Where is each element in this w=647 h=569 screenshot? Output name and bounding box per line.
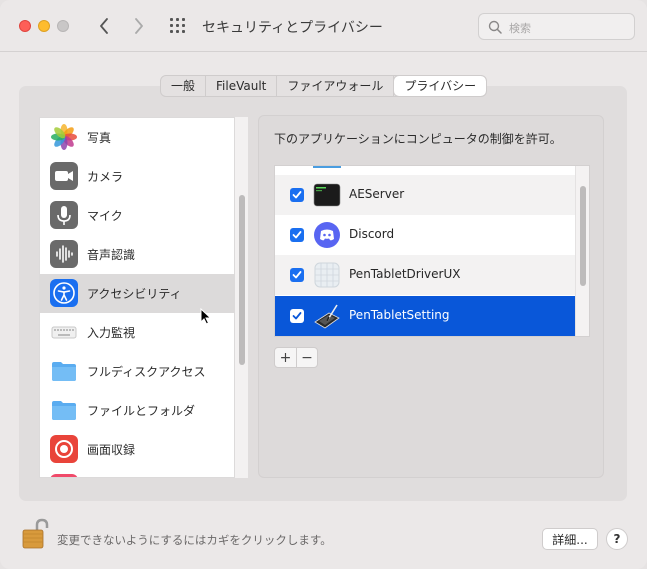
sidebar-item-label: 画面収録 <box>87 443 136 457</box>
app-row-aeserver[interactable]: AEServer <box>275 175 576 215</box>
add-app-button[interactable]: + <box>275 348 296 367</box>
checkbox-checked[interactable] <box>290 188 304 202</box>
discord-icon <box>313 221 341 249</box>
app-name: Discord <box>349 227 395 241</box>
checkmark-icon <box>292 312 302 320</box>
app-name: PenTabletDriverUX <box>349 267 461 281</box>
sidebar-item-label: 写真 <box>87 131 112 145</box>
sidebar-item-files-and-folders[interactable]: ファイルとフォルダ <box>40 391 234 430</box>
sidebar-item-microphone[interactable]: マイク <box>40 196 234 235</box>
search-icon <box>488 20 502 34</box>
app-list-scrollbar[interactable] <box>575 166 589 336</box>
privacy-category-list[interactable]: 写真 カメラ マイク 音声認識 アクセシビリティ 入力監視 フルディスクアクセス… <box>39 117 235 478</box>
sidebar-item-label: アクセシビリティ <box>87 287 182 301</box>
checkbox-checked[interactable] <box>290 309 304 323</box>
sidebar-item-screen-recording[interactable]: 画面収録 <box>40 430 234 469</box>
sidebar-item-full-disk-access[interactable]: フルディスクアクセス <box>40 352 234 391</box>
remove-app-button[interactable]: − <box>295 348 317 367</box>
add-remove-control: + − <box>274 347 318 368</box>
tab-bar: 一般 FileVault ファイアウォール プライバシー <box>160 75 488 97</box>
app-list-scroll-thumb[interactable] <box>580 186 586 286</box>
folder-icon <box>50 357 78 385</box>
search-field[interactable]: 検索 <box>478 13 635 40</box>
app-name: PenTabletSetting <box>349 308 450 322</box>
lock-button[interactable] <box>19 518 51 552</box>
sidebar-item-label: マイク <box>87 209 123 223</box>
sidebar-item-photos[interactable]: 写真 <box>40 118 234 157</box>
keyboard-icon <box>50 318 78 346</box>
window-title: セキュリティとプライバシー <box>202 20 383 36</box>
folder-icon <box>50 396 78 424</box>
mouse-cursor-icon <box>200 307 212 328</box>
chevron-right-icon <box>135 18 143 34</box>
tab-filevault[interactable]: FileVault <box>206 76 278 96</box>
forward-button[interactable] <box>128 14 150 38</box>
window: セキュリティとプライバシー 検索 一般 FileVault ファイアウォール プ… <box>0 0 647 569</box>
speech-recognition-icon <box>50 240 78 268</box>
minimize-button[interactable] <box>38 20 50 32</box>
checkmark-icon <box>292 191 302 199</box>
close-button[interactable] <box>19 20 31 32</box>
unlocked-padlock-icon <box>22 518 49 549</box>
title-bar: セキュリティとプライバシー 検索 <box>0 0 647 52</box>
terminal-icon <box>313 181 341 209</box>
show-all-grid-icon[interactable] <box>168 16 190 36</box>
sidebar-item-label: フルディスクアクセス <box>87 365 206 379</box>
sidebar-item-label: カメラ <box>87 170 124 184</box>
checkbox-checked[interactable] <box>290 268 304 282</box>
app-list[interactable]: AEServer Discord PenTabletDriverUX PenTa… <box>274 165 590 337</box>
sidebar-item-next-partial <box>40 469 234 477</box>
sidebar-item-label: ファイルとフォルダ <box>87 404 196 418</box>
pen-tablet-icon <box>313 302 341 330</box>
app-row-discord[interactable]: Discord <box>275 215 576 255</box>
back-button[interactable] <box>93 14 115 38</box>
tab-privacy[interactable]: プライバシー <box>394 76 487 96</box>
partial-app-icon <box>50 474 78 477</box>
tab-firewall[interactable]: ファイアウォール <box>277 76 395 96</box>
partial-app-icon <box>313 166 341 168</box>
sidebar-item-speech-recognition[interactable]: 音声認識 <box>40 235 234 274</box>
tab-general[interactable]: 一般 <box>161 76 207 96</box>
help-button[interactable]: ? <box>606 528 628 550</box>
generic-app-icon <box>313 261 341 289</box>
permission-description: 下のアプリケーションにコンピュータの制御を許可。 <box>274 132 562 146</box>
search-placeholder: 検索 <box>509 22 531 35</box>
screen-recording-icon <box>50 435 78 463</box>
sidebar-item-label: 音声認識 <box>87 248 136 262</box>
lock-hint-text: 変更できないようにするにはカギをクリックします。 <box>57 533 332 547</box>
app-row-pentabletdriverux[interactable]: PenTabletDriverUX <box>275 255 576 295</box>
app-name: AEServer <box>349 187 405 201</box>
zoom-button[interactable] <box>57 20 69 32</box>
microphone-icon <box>50 201 78 229</box>
sidebar-item-camera[interactable]: カメラ <box>40 157 234 196</box>
chevron-left-icon <box>100 18 108 34</box>
app-row-pentabletsetting[interactable]: PenTabletSetting <box>275 296 576 336</box>
checkmark-icon <box>292 271 302 279</box>
sidebar-item-label: 入力監視 <box>87 326 136 340</box>
checkbox-checked[interactable] <box>290 228 304 242</box>
sidebar-scrollbar[interactable] <box>234 117 248 478</box>
sidebar-scroll-thumb[interactable] <box>239 195 245 365</box>
checkmark-icon <box>292 231 302 239</box>
camera-icon <box>50 162 78 190</box>
partial-row <box>275 166 576 168</box>
photos-icon <box>50 123 78 151</box>
accessibility-icon <box>50 279 78 307</box>
advanced-button[interactable]: 詳細... <box>542 528 598 550</box>
